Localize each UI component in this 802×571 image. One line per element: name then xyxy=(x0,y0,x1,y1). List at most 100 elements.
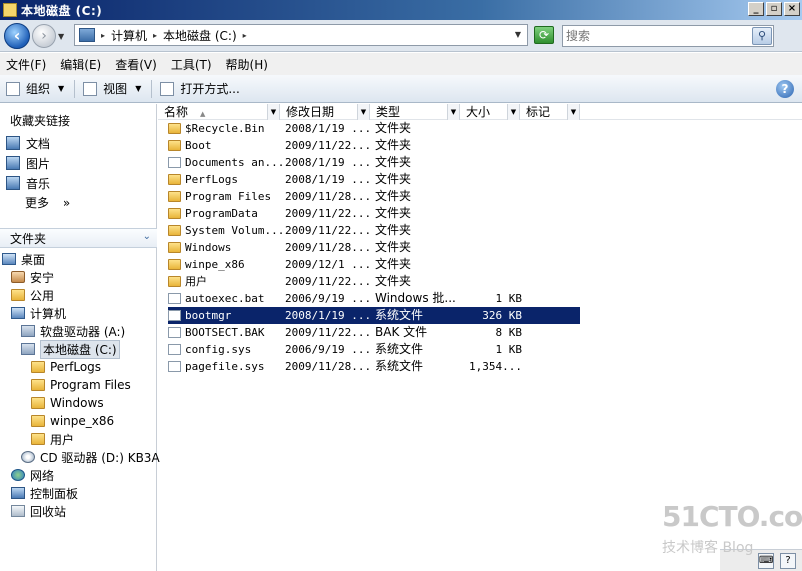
file-row[interactable]: autoexec.bat 2006/9/19 ... Windows 批... 1 K… xyxy=(168,290,580,307)
column-name[interactable]: 名称 ▲ ▼ xyxy=(158,104,280,120)
tree-item-cd-drive[interactable]: CD 驱动器 (D:) KB3A xyxy=(21,448,160,466)
search-input[interactable] xyxy=(563,26,751,46)
back-button[interactable]: ‹ xyxy=(4,23,30,49)
file-type: BAK 文件 xyxy=(375,325,428,339)
tree-label: 软盘驱动器 (A:) xyxy=(40,324,126,339)
file-row[interactable]: ProgramData 2009/11/22... 文件夹 xyxy=(168,205,580,222)
tree-item-public[interactable]: 公用 xyxy=(11,286,54,304)
file-size: 1,354... xyxy=(469,360,522,373)
search-icon[interactable]: ⚲ xyxy=(752,27,772,45)
tree-item-control-panel[interactable]: 控制面板 xyxy=(11,484,78,502)
tree-item-perflogs[interactable]: PerfLogs xyxy=(31,358,101,376)
column-date[interactable]: 修改日期 ▼ xyxy=(280,104,370,120)
column-type[interactable]: 类型 ▼ xyxy=(370,104,460,120)
tree-item-users[interactable]: 用户 xyxy=(31,430,74,448)
file-row[interactable]: Windows 2009/11/28... 文件夹 xyxy=(168,239,580,256)
file-row[interactable]: winpe_x86 2009/12/1 ... 文件夹 xyxy=(168,256,580,273)
search-box[interactable]: ⚲ xyxy=(562,25,774,47)
file-type: 系统文件 xyxy=(375,308,424,322)
address-bar[interactable]: ▸ 计算机 ▸ 本地磁盘 (C:) ▸ ▼ xyxy=(74,24,528,46)
tree-item-winpe[interactable]: winpe_x86 xyxy=(31,412,114,430)
help-icon[interactable]: ? xyxy=(776,80,794,98)
file-row[interactable]: 用户 2009/11/22... 文件夹 xyxy=(168,273,580,290)
tree-item-recycle-bin[interactable]: 回收站 xyxy=(11,502,66,520)
organize-button[interactable]: 组织 ▼ xyxy=(6,80,64,97)
navigation-bar: ‹ › ▼ ▸ 计算机 ▸ 本地磁盘 (C:) ▸ ▼ ⟳ ⚲ xyxy=(0,20,802,52)
file-row[interactable]: config.sys 2006/9/19 ... 系统文件 1 KB xyxy=(168,341,580,358)
folder-icon xyxy=(168,225,181,236)
tree-item-desktop[interactable]: 桌面 xyxy=(2,250,45,268)
maximize-button[interactable]: ▫ xyxy=(766,2,782,16)
column-size[interactable]: 大小 ▼ xyxy=(460,104,520,120)
file-type: 文件夹 xyxy=(375,257,412,271)
menu-edit[interactable]: 编辑(E) xyxy=(60,56,101,73)
file-row[interactable]: pagefile.sys 2009/11/28... 系统文件 1,354... xyxy=(168,358,580,375)
open-with-button[interactable]: 打开方式... xyxy=(160,80,240,97)
more-link[interactable]: 更多 » xyxy=(25,194,70,211)
tree-label: 网络 xyxy=(30,468,55,483)
chevron-down-icon[interactable]: ▼ xyxy=(567,104,579,120)
address-dropdown-icon[interactable]: ▼ xyxy=(515,30,521,39)
refresh-button[interactable]: ⟳ xyxy=(534,26,554,44)
chevron-down-icon[interactable]: ▼ xyxy=(267,104,279,120)
file-name: $Recycle.Bin xyxy=(185,122,265,135)
menu-tools[interactable]: 工具(T) xyxy=(171,56,212,73)
views-button[interactable]: 视图 ▼ xyxy=(83,80,141,97)
favorite-pictures[interactable]: 图片 xyxy=(6,154,50,172)
hard-drive-icon xyxy=(21,343,35,355)
tree-item-computer[interactable]: 计算机 xyxy=(11,304,66,322)
file-row[interactable]: $Recycle.Bin 2008/1/19 ... 文件夹 xyxy=(168,120,580,137)
file-date: 2008/1/19 ... xyxy=(285,309,372,322)
breadcrumb-computer[interactable]: 计算机 xyxy=(111,27,147,44)
folder-icon xyxy=(168,191,181,202)
column-label: 名称 xyxy=(164,105,189,119)
folders-header[interactable]: 文件夹 ⌄ xyxy=(0,228,157,248)
file-row[interactable]: Program Files 2009/11/28... 文件夹 xyxy=(168,188,580,205)
folder-icon xyxy=(11,289,25,301)
chevron-right-icon[interactable]: ▸ xyxy=(101,31,105,40)
navigation-pane: 收藏夹链接 文档 图片 音乐 更多 » 文件夹 ⌄ 桌面 安宁 公用 计算机 软… xyxy=(0,104,160,571)
close-button[interactable]: × xyxy=(784,2,800,16)
chevron-down-icon[interactable]: ▼ xyxy=(507,104,519,120)
file-name: PerfLogs xyxy=(185,173,238,186)
breadcrumb-local-disk[interactable]: 本地磁盘 (C:) xyxy=(163,27,237,44)
menu-help[interactable]: 帮助(H) xyxy=(226,56,268,73)
file-row[interactable]: bootmgr 2008/1/19 ... 系统文件 326 KB xyxy=(168,307,580,324)
chevron-down-icon[interactable]: ▼ xyxy=(357,104,369,120)
column-tags[interactable]: 标记 ▼ xyxy=(520,104,580,120)
tree-item-program-files[interactable]: Program Files xyxy=(31,376,131,394)
favorite-label: 图片 xyxy=(26,156,51,171)
desktop-icon xyxy=(2,253,16,265)
file-row[interactable]: Boot 2009/11/22... 文件夹 xyxy=(168,137,580,154)
file-icon xyxy=(168,344,181,355)
file-size: 1 KB xyxy=(495,343,523,356)
menu-file[interactable]: 文件(F) xyxy=(6,56,46,73)
favorite-documents[interactable]: 文档 xyxy=(6,134,50,152)
history-dropdown-icon[interactable]: ▼ xyxy=(58,32,64,41)
tree-item-local-disk-c[interactable]: 本地磁盘 (C:) xyxy=(21,339,120,359)
network-icon xyxy=(11,469,25,481)
file-size xyxy=(465,239,522,256)
command-toolbar: 组织 ▼ 视图 ▼ 打开方式... ? xyxy=(0,75,802,103)
file-row[interactable]: BOOTSECT.BAK 2009/11/22... BAK 文件 8 KB xyxy=(168,324,580,341)
tree-item-network[interactable]: 网络 xyxy=(11,466,54,484)
file-date: 2009/12/1 ... xyxy=(285,258,372,271)
tree-item-user[interactable]: 安宁 xyxy=(11,268,54,286)
tree-item-floppy[interactable]: 软盘驱动器 (A:) xyxy=(21,322,125,340)
title-bar[interactable]: 本地磁盘 (C:) _ ▫ × xyxy=(0,0,802,20)
chevron-down-icon[interactable]: ⌄ xyxy=(143,231,151,242)
file-name: Program Files xyxy=(185,190,272,203)
chevron-right-icon[interactable]: ▸ xyxy=(153,31,157,40)
chevron-right-icon[interactable]: ▸ xyxy=(243,31,247,40)
file-row[interactable]: Documents an... 2008/1/19 ... 文件夹 xyxy=(168,154,580,171)
minimize-button[interactable]: _ xyxy=(748,2,764,16)
chevron-down-icon[interactable]: ▼ xyxy=(447,104,459,120)
file-row[interactable]: PerfLogs 2008/1/19 ... 文件夹 xyxy=(168,171,580,188)
file-type: 文件夹 xyxy=(375,274,412,288)
file-row[interactable]: System Volum... 2009/11/22... 文件夹 xyxy=(168,222,580,239)
forward-button[interactable]: › xyxy=(32,24,56,48)
favorite-music[interactable]: 音乐 xyxy=(6,174,50,192)
chevron-down-icon: ▼ xyxy=(58,84,65,93)
tree-item-windows[interactable]: Windows xyxy=(31,394,104,412)
menu-view[interactable]: 查看(V) xyxy=(115,56,157,73)
